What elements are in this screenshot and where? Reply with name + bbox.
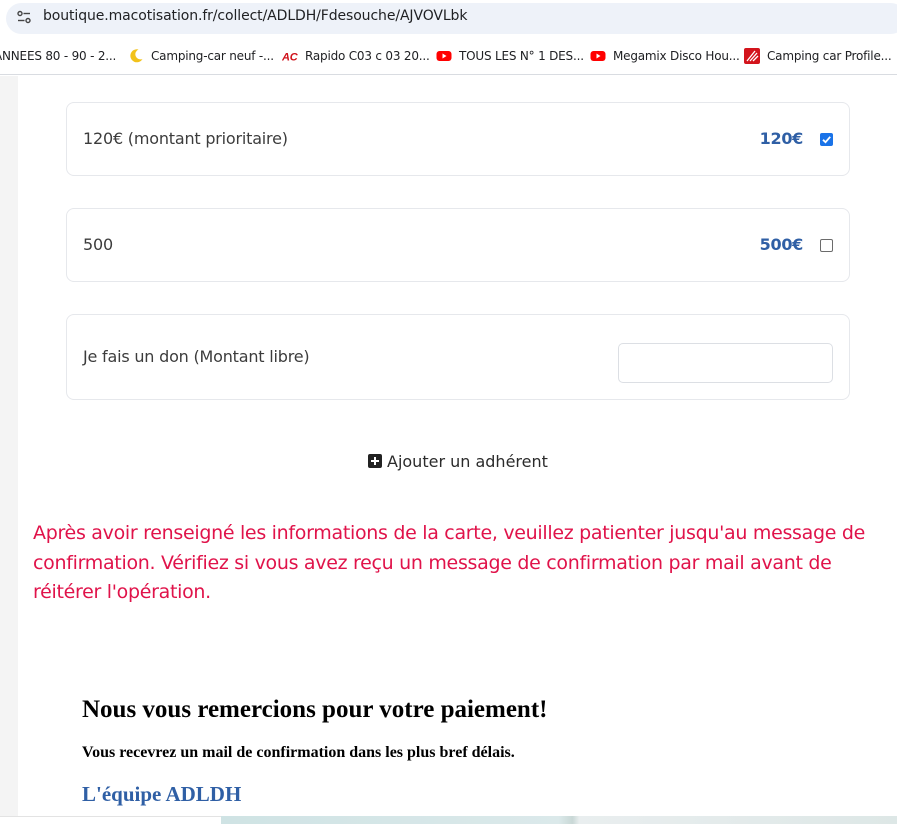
option-checkbox-unchecked[interactable]: [820, 239, 833, 252]
team-signature: L'équipe ADLDH: [82, 782, 242, 806]
youtube-icon: [590, 51, 606, 61]
checkout-content: 120€ (montant prioritaire) 120€ 500 500€…: [18, 76, 897, 816]
thanks-title: Nous vous remercions pour votre paiement…: [82, 696, 548, 723]
youtube-icon: [436, 51, 452, 61]
bookmark-tous-les-n1[interactable]: TOUS LES N° 1 DES...: [436, 47, 584, 65]
bookmark-label: Camping car Profile...: [767, 49, 892, 63]
donation-label: Je fais un don (Montant libre): [83, 347, 310, 366]
thanks-subtitle: Vous recevrez un mail de confirmation da…: [82, 744, 515, 761]
payment-warning: Après avoir renseigné les informations d…: [33, 522, 866, 603]
profile-logo-icon: [744, 48, 760, 64]
donation-card: Je fais un don (Montant libre): [66, 314, 850, 400]
bookmark-label: Camping-car neuf -...: [151, 49, 274, 63]
bookmark-rapido[interactable]: AC Rapido C03 c 03 20...: [282, 47, 430, 65]
address-bar: boutique.macotisation.fr/collect/ADLDH/F…: [0, 0, 897, 37]
plus-square-icon: [368, 454, 382, 468]
bookmark-label: ANNEES 80 - 90 - 2...: [0, 49, 117, 63]
left-gutter: [0, 76, 18, 816]
bookmark-camping-car-neuf[interactable]: Camping-car neuf -...: [128, 47, 274, 65]
option-card-120[interactable]: 120€ (montant prioritaire) 120€: [66, 102, 850, 176]
footer-image-strip: [221, 816, 897, 824]
bookmark-label: Megamix Disco Hou...: [613, 49, 740, 63]
option-label: 500: [83, 235, 113, 254]
check-icon: [822, 136, 831, 144]
bookmark-annees[interactable]: ANNEES 80 - 90 - 2...: [0, 47, 116, 65]
url-text[interactable]: boutique.macotisation.fr/collect/ADLDH/F…: [43, 8, 467, 24]
option-checkbox-checked[interactable]: [820, 133, 833, 146]
crescent-icon: [130, 49, 143, 63]
bookmarks-bar: ANNEES 80 - 90 - 2... Camping-car neuf -…: [0, 37, 897, 75]
option-card-500[interactable]: 500 500€: [66, 208, 850, 282]
bookmark-megamix[interactable]: Megamix Disco Hou...: [590, 47, 740, 65]
bookmark-camping-car-profile[interactable]: Camping car Profile...: [744, 47, 892, 65]
option-price: 500€: [759, 235, 804, 254]
option-price: 120€: [759, 129, 804, 148]
add-member-label: Ajouter un adhérent: [387, 451, 548, 471]
donation-amount-input[interactable]: [618, 343, 833, 383]
option-label: 120€ (montant prioritaire): [83, 129, 288, 148]
bottom-divider: [0, 816, 221, 824]
page: boutique.macotisation.fr/collect/ADLDH/F…: [0, 0, 897, 824]
add-member-button[interactable]: Ajouter un adhérent: [368, 451, 548, 471]
bookmark-label: Rapido C03 c 03 20...: [305, 49, 430, 63]
bookmark-label: TOUS LES N° 1 DES...: [459, 49, 584, 63]
site-info-icon[interactable]: [16, 9, 32, 25]
svg-text:AC: AC: [282, 52, 298, 64]
ac-logo-icon: AC: [282, 52, 298, 64]
